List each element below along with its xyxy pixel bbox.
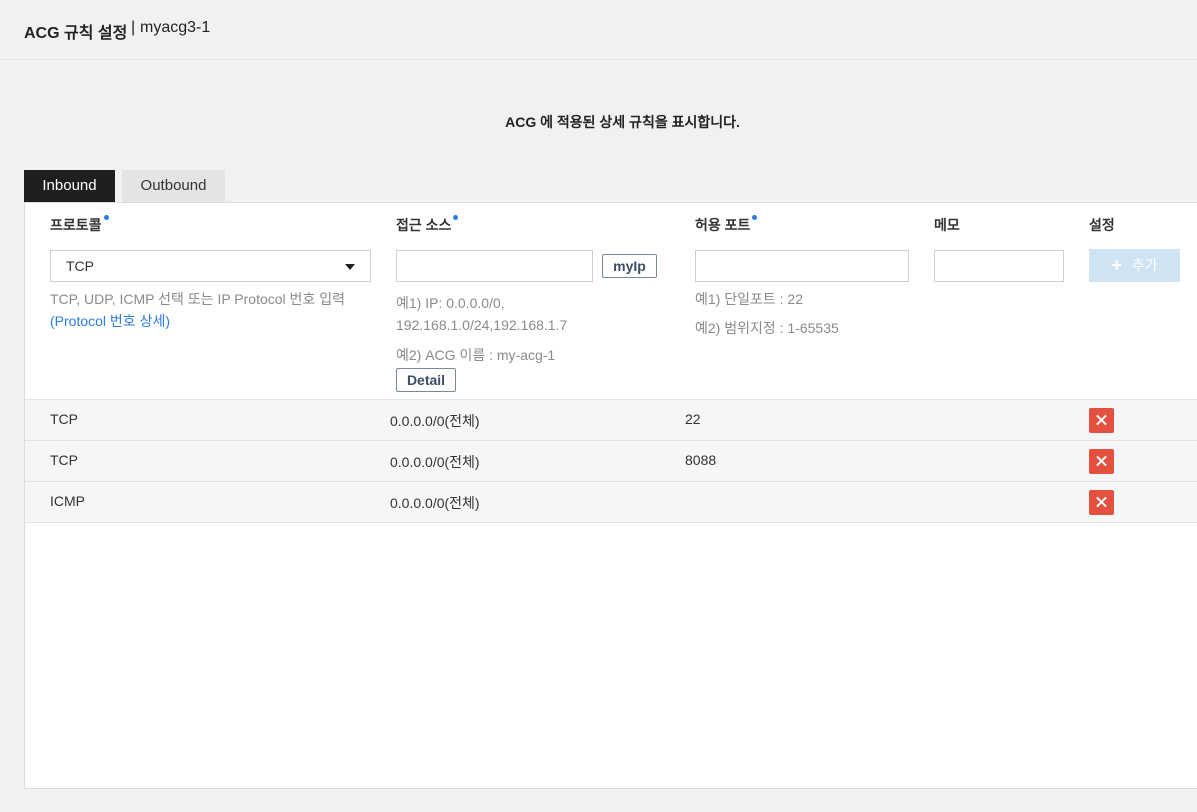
- delete-rule-button[interactable]: [1089, 449, 1114, 474]
- rule-row: ICMP 0.0.0.0/0(전체): [25, 481, 1197, 522]
- delete-rule-button[interactable]: [1089, 408, 1114, 433]
- rule-row: TCP 0.0.0.0/0(전체) 22: [25, 399, 1197, 440]
- page-header: ACG 규칙 설정 | myacg3-1: [0, 0, 1197, 60]
- delete-rule-button[interactable]: [1089, 490, 1114, 515]
- rows-divider: [25, 522, 1197, 523]
- rule-port: 8088: [685, 452, 717, 468]
- source-hint-1b: 192.168.1.0/24,192.168.1.7: [396, 317, 568, 333]
- rule-protocol: TCP: [50, 452, 78, 468]
- tab-outbound[interactable]: Outbound: [122, 170, 225, 202]
- add-rule-button[interactable]: + 추가: [1089, 249, 1180, 282]
- required-dot-icon: [752, 215, 758, 220]
- plus-icon: +: [1111, 255, 1122, 275]
- required-dot-icon: [453, 215, 459, 220]
- rule-protocol: ICMP: [50, 493, 85, 509]
- port-hint-1: 예1) 단일포트 : 22: [695, 291, 803, 307]
- detail-button[interactable]: Detail: [396, 368, 456, 392]
- port-input[interactable]: [695, 250, 909, 282]
- rule-source: 0.0.0.0/0(전체): [390, 495, 480, 511]
- rule-source: 0.0.0.0/0(전체): [390, 454, 480, 470]
- page-description: ACG 에 적용된 상세 규칙을 표시합니다.: [505, 114, 740, 130]
- column-header-memo: 메모: [934, 217, 960, 233]
- add-rule-button-label: 추가: [1131, 257, 1158, 273]
- protocol-select-value: TCP: [66, 258, 94, 274]
- page-title: ACG 규칙 설정: [24, 25, 128, 42]
- rule-row: TCP 0.0.0.0/0(전체) 8088: [25, 440, 1197, 481]
- rules-panel: 프로토콜 접근 소스 허용 포트 메모 설정 TCP TCP, UDP, ICM…: [24, 202, 1197, 789]
- port-hint-2: 예2) 범위지정 : 1-65535: [695, 320, 839, 336]
- protocol-link-close: ): [165, 313, 171, 329]
- rule-protocol: TCP: [50, 411, 78, 427]
- protocol-hint: TCP, UDP, ICMP 선택 또는 IP Protocol 번호 입력 (…: [50, 288, 380, 332]
- column-header-port-label: 허용 포트: [695, 217, 751, 233]
- column-header-protocol: 프로토콜: [50, 215, 109, 235]
- column-header-settings: 설정: [1089, 217, 1115, 233]
- myip-button[interactable]: myIp: [602, 254, 657, 278]
- source-hint-1a: 예1) IP: 0.0.0.0/0,: [396, 295, 505, 311]
- tab-inbound[interactable]: Inbound: [24, 170, 115, 202]
- rule-source: 0.0.0.0/0(전체): [390, 413, 480, 429]
- column-header-port: 허용 포트: [695, 215, 758, 235]
- protocol-detail-line: (Protocol 번호 상세): [50, 310, 380, 332]
- rule-port: 22: [685, 411, 701, 427]
- acg-name: myacg3-1: [140, 19, 211, 36]
- source-input[interactable]: [396, 250, 593, 282]
- column-header-protocol-label: 프로토콜: [50, 217, 102, 233]
- protocol-select[interactable]: TCP: [50, 250, 371, 282]
- required-dot-icon: [103, 215, 109, 220]
- caret-down-icon: [345, 264, 355, 270]
- source-hint-1: 예1) IP: 0.0.0.0/0, 192.168.1.0/24,192.16…: [396, 292, 656, 336]
- title-separator: |: [131, 19, 136, 36]
- column-header-source: 접근 소스: [396, 215, 459, 235]
- source-hint-2: 예2) ACG 이름 : my-acg-1: [396, 347, 556, 363]
- protocol-hint-text: TCP, UDP, ICMP 선택 또는 IP Protocol 번호 입력: [50, 291, 345, 307]
- protocol-number-detail-link[interactable]: Protocol 번호 상세: [55, 313, 166, 329]
- column-header-source-label: 접근 소스: [396, 217, 452, 233]
- memo-input[interactable]: [934, 250, 1064, 282]
